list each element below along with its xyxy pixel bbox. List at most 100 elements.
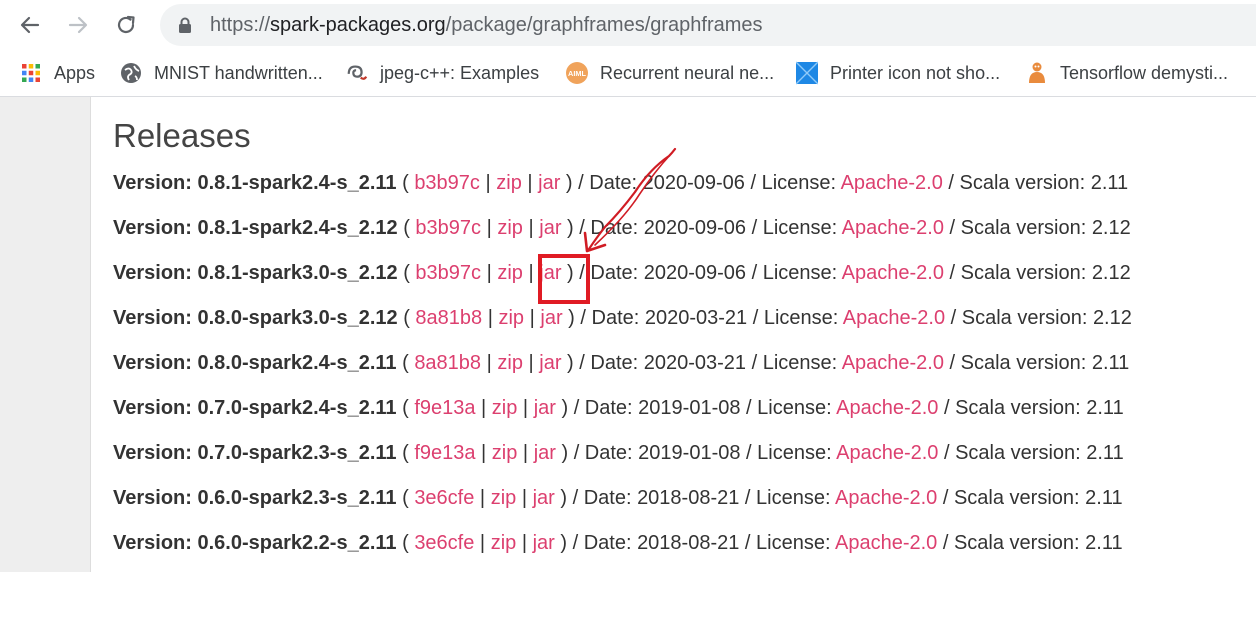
date-prefix: / Date:	[567, 532, 638, 554]
zip-link[interactable]: zip	[497, 217, 523, 239]
release-version: Version: 0.7.0-spark2.3-s_2.11	[113, 442, 397, 464]
version-prefix: Version:	[113, 262, 198, 284]
date-prefix: / Date:	[568, 397, 639, 419]
commit-link[interactable]: f9e13a	[414, 442, 475, 464]
version-prefix: Version:	[113, 442, 198, 464]
commit-link[interactable]: b3b97c	[414, 172, 480, 194]
scala-version: 2.12	[1091, 262, 1131, 284]
url-host: spark-packages.org	[270, 14, 446, 36]
license-link[interactable]: Apache-2.0	[842, 352, 944, 374]
jar-link[interactable]: jar	[534, 442, 556, 464]
jar-link[interactable]: jar	[539, 352, 561, 374]
commit-link[interactable]: 3e6cfe	[414, 532, 474, 554]
scala-prefix: / Scala version:	[938, 442, 1087, 464]
jar-link[interactable]: jar	[539, 217, 561, 239]
left-gutter	[0, 97, 91, 572]
pipe-separator: |	[482, 307, 499, 329]
back-button[interactable]	[14, 9, 46, 41]
zip-link[interactable]: zip	[491, 532, 517, 554]
jar-link[interactable]: jar	[540, 307, 562, 329]
release-version: Version: 0.8.0-spark3.0-s_2.12	[113, 307, 398, 329]
pipe-separator: |	[479, 172, 497, 194]
version-value: 0.8.0-spark2.4-s_2.11	[197, 352, 397, 374]
release-date: 2018-08-21	[637, 532, 740, 554]
release-date: 2020-03-21	[643, 352, 747, 374]
commit-link[interactable]: b3b97c	[415, 262, 481, 284]
zip-link[interactable]: zip	[496, 172, 522, 194]
release-version: Version: 0.7.0-spark2.4-s_2.11	[113, 397, 397, 419]
jar-link[interactable]: jar	[533, 487, 555, 509]
bookmark-jpeg[interactable]: jpeg-c++: Examples	[346, 60, 539, 86]
close-paren: )	[561, 352, 574, 374]
zip-link[interactable]: zip	[498, 307, 524, 329]
scala-prefix: / Scala version:	[943, 217, 1092, 239]
bookmark-printer[interactable]: Printer icon not sho...	[796, 60, 1000, 86]
license-prefix: / License:	[740, 397, 837, 419]
license-link[interactable]: Apache-2.0	[836, 397, 938, 419]
open-paren: (	[396, 532, 415, 554]
version-value: 0.8.1-spark2.4-s_2.12	[197, 217, 398, 239]
zip-link[interactable]: zip	[492, 442, 518, 464]
date-prefix: / Date:	[573, 352, 644, 374]
scala-version: 2.11	[1085, 532, 1123, 554]
license-link[interactable]: Apache-2.0	[836, 442, 938, 464]
commit-link[interactable]: b3b97c	[415, 217, 481, 239]
bookmark-apps[interactable]: Apps	[20, 60, 95, 86]
license-prefix: / License:	[746, 352, 842, 374]
jar-link[interactable]: jar	[533, 532, 555, 554]
license-link[interactable]: Apache-2.0	[835, 487, 937, 509]
release-row: Version: 0.8.0-spark2.4-s_2.11 ( 8a81b8 …	[113, 352, 1129, 375]
jar-link[interactable]: jar	[538, 172, 560, 194]
release-row: Version: 0.7.0-spark2.3-s_2.11 ( f9e13a …	[113, 442, 1124, 465]
commit-link[interactable]: 8a81b8	[414, 352, 481, 374]
forward-arrow-icon	[68, 16, 88, 34]
release-row: Version: 0.8.1-spark3.0-s_2.12 ( b3b97c …	[113, 262, 1131, 285]
spiral-icon	[346, 62, 368, 84]
license-link[interactable]: Apache-2.0	[842, 262, 944, 284]
zip-link[interactable]: zip	[492, 397, 518, 419]
scala-version: 2.11	[1086, 442, 1124, 464]
release-date: 2018-08-21	[637, 487, 740, 509]
pipe-separator: |	[474, 532, 491, 554]
release-version: Version: 0.8.1-spark2.4-s_2.11	[113, 172, 397, 194]
license-prefix: / License:	[744, 172, 841, 194]
version-value: 0.7.0-spark2.3-s_2.11	[197, 442, 397, 464]
annotation-arrow-icon	[583, 147, 677, 253]
release-version: Version: 0.6.0-spark2.3-s_2.11	[113, 487, 397, 509]
apps-grid-icon	[20, 62, 42, 84]
jar-link[interactable]: jar	[534, 397, 556, 419]
pipe-separator: |	[481, 352, 498, 374]
license-link[interactable]: Apache-2.0	[841, 172, 943, 194]
commit-link[interactable]: 3e6cfe	[414, 487, 474, 509]
pipe-separator: |	[517, 397, 534, 419]
zip-link[interactable]: zip	[497, 262, 523, 284]
commit-link[interactable]: f9e13a	[414, 397, 475, 419]
version-prefix: Version:	[113, 352, 198, 374]
version-prefix: Version:	[113, 307, 198, 329]
bookmark-label: Printer icon not sho...	[830, 62, 1001, 83]
version-value: 0.8.1-spark3.0-s_2.12	[197, 262, 398, 284]
bookmark-label: Recurrent neural ne...	[600, 62, 775, 83]
aiml-icon: AIML	[566, 62, 588, 84]
address-bar[interactable]: https://spark-packages.org/package/graph…	[160, 4, 1256, 46]
zip-link[interactable]: zip	[497, 352, 523, 374]
license-link[interactable]: Apache-2.0	[842, 217, 944, 239]
bookmark-tensorflow[interactable]: Tensorflow demysti...	[1026, 60, 1228, 86]
windows-icon	[796, 61, 818, 85]
reload-button[interactable]	[110, 9, 142, 41]
version-prefix: Version:	[113, 532, 198, 554]
commit-link[interactable]: 8a81b8	[415, 307, 482, 329]
license-link[interactable]: Apache-2.0	[835, 532, 937, 554]
forward-button[interactable]	[62, 9, 94, 41]
reload-icon	[117, 15, 135, 34]
date-prefix: / Date:	[567, 487, 638, 509]
url-text[interactable]: https://spark-packages.org/package/graph…	[210, 14, 763, 37]
release-row: Version: 0.7.0-spark2.4-s_2.11 ( f9e13a …	[113, 397, 1124, 420]
version-value: 0.6.0-spark2.2-s_2.11	[197, 532, 397, 554]
license-link[interactable]: Apache-2.0	[843, 307, 945, 329]
bookmark-mnist[interactable]: MNIST handwritten...	[120, 60, 323, 86]
zip-link[interactable]: zip	[491, 487, 517, 509]
license-prefix: / License:	[739, 487, 835, 509]
bookmark-rnn[interactable]: AIML Recurrent neural ne...	[566, 60, 774, 86]
browser-toolbar: https://spark-packages.org/package/graph…	[0, 0, 1256, 50]
